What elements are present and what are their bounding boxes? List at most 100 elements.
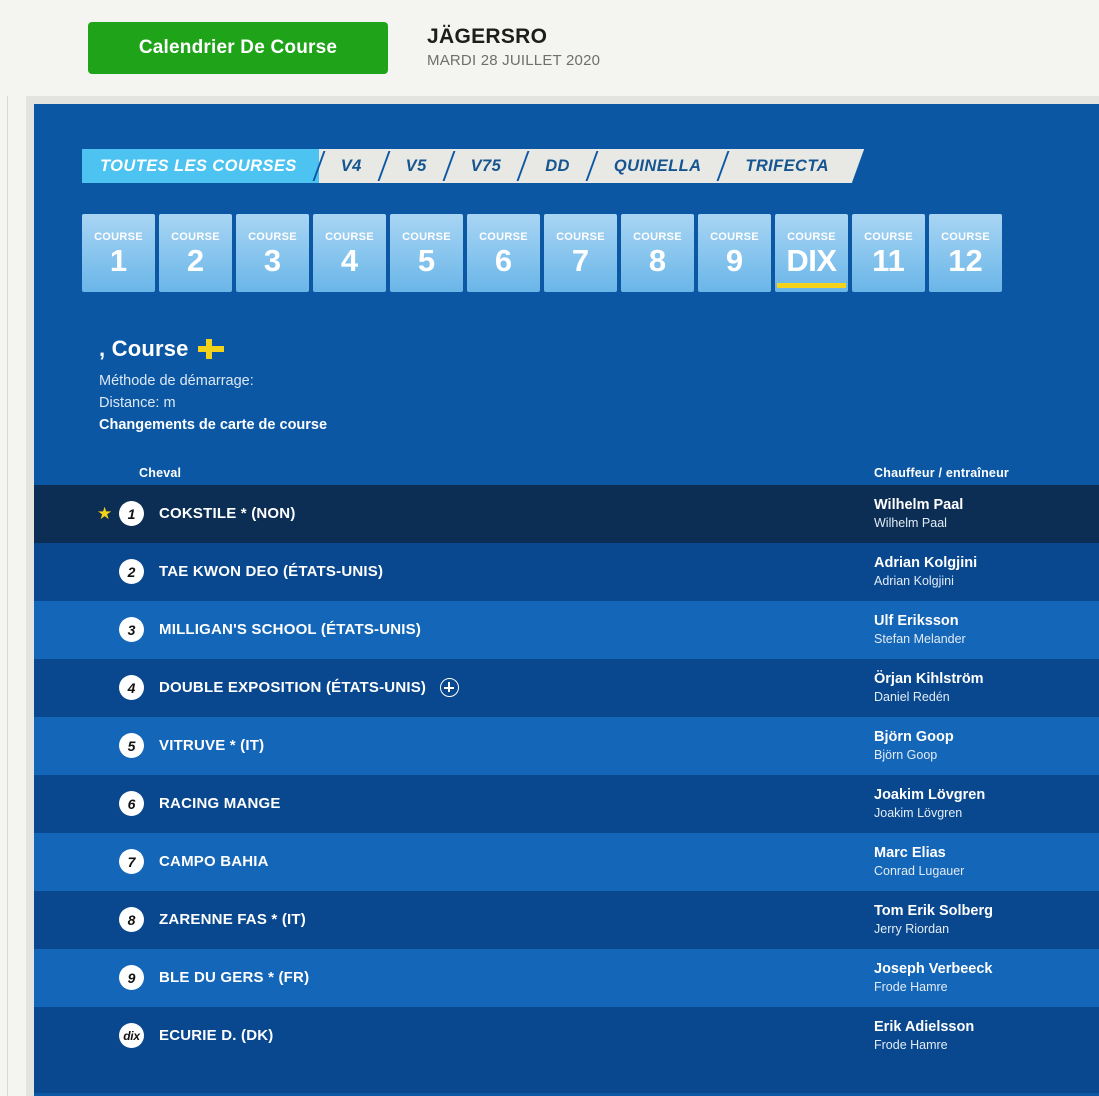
trainer-name: Wilhelm Paal <box>874 516 947 531</box>
tab-quinella[interactable]: QUINELLA <box>591 149 724 183</box>
tab-v5[interactable]: V5 <box>383 149 449 183</box>
horse-cell: ★7CAMPO BAHIA <box>34 849 864 875</box>
horse-number-badge: 5 <box>119 733 144 759</box>
course-button-6[interactable]: COURSE 6 <box>467 214 540 292</box>
tab-label: TRIFECTA <box>745 156 829 175</box>
horse-number-badge: 9 <box>119 965 144 991</box>
course-button-9[interactable]: COURSE 9 <box>698 214 771 292</box>
driver-name: Adrian Kolgjini <box>874 554 978 571</box>
course-button-4[interactable]: COURSE 4 <box>313 214 386 292</box>
trainer-name: Conrad Lugauer <box>874 864 965 879</box>
driver-cell: Björn Goop Björn Goop <box>864 728 1099 764</box>
horse-cell: ★5VITRUVE * (IT) <box>34 733 864 759</box>
course-word: COURSE <box>402 231 451 244</box>
tab-v4[interactable]: V4 <box>318 149 384 183</box>
panel-frame: TOUTES LES COURSES V4 V5 V75 DD QUINELLA… <box>26 96 1099 1096</box>
start-list-row[interactable]: ★4DOUBLE EXPOSITION (ÉTATS-UNIS)Örjan Ki… <box>34 658 1099 717</box>
tab-dd[interactable]: DD <box>523 149 592 183</box>
course-number: 12 <box>948 243 983 279</box>
race-date: MARDI 28 JUILLET 2020 <box>427 52 601 70</box>
page-header: Calendrier De Course JÄGERSRO MARDI 28 J… <box>0 0 1099 96</box>
trainer-name: Daniel Redén <box>874 690 950 705</box>
page-root: Calendrier De Course JÄGERSRO MARDI 28 J… <box>0 0 1099 1096</box>
tab-v75[interactable]: V75 <box>448 149 524 183</box>
horse-name: CAMPO BAHIA <box>159 853 269 871</box>
course-number: 2 <box>186 243 205 279</box>
race-panel: TOUTES LES COURSES V4 V5 V75 DD QUINELLA… <box>34 104 1099 1096</box>
start-list-header: Cheval Chauffeur / entraîneur <box>34 460 1099 485</box>
race-distance: Distance: m <box>99 395 176 412</box>
race-meta: Méthode de démarrage: Distance: m <box>99 370 1099 415</box>
start-list-row[interactable]: ★3MILLIGAN'S SCHOOL (ÉTATS-UNIS)Ulf Erik… <box>34 600 1099 659</box>
start-list-row[interactable]: ★9BLE DU GERS * (FR) Joseph Verbeeck Frode… <box>34 948 1099 1007</box>
driver-name: Erik Adielsson <box>874 1018 975 1035</box>
horse-number-badge: 8 <box>119 907 144 933</box>
horse-cell: ★ 1 COKSTILE * (NON) <box>34 501 864 527</box>
trainer-name: Frode Hamre <box>874 980 948 995</box>
horse-number-badge: 6 <box>119 791 144 817</box>
course-word: COURSE <box>633 231 682 244</box>
course-number: 5 <box>417 243 436 279</box>
course-selector-strip: COURSE 1 COURSE 2 COURSE 3 COURSE 4 COURSE 5 COURS… <box>82 214 1099 292</box>
horse-number-badge: 2 <box>119 559 144 585</box>
start-list-row[interactable]: ★5VITRUVE * (IT)Björn GoopBjörn Goop <box>34 716 1099 775</box>
track-info: JÄGERSRO MARDI 28 JUILLET 2020 <box>427 25 600 71</box>
course-button-dix[interactable]: COURSE DIX <box>775 214 848 292</box>
course-word: COURSE <box>556 231 605 244</box>
course-button-12[interactable]: COURSE 12 <box>929 214 1002 292</box>
course-word: COURSE <box>94 231 143 244</box>
course-number: 4 <box>340 243 359 279</box>
course-button-1[interactable]: COURSE 1 <box>82 214 155 292</box>
course-word: COURSE <box>787 231 836 244</box>
course-button-8[interactable]: COURSE 8 <box>621 214 694 292</box>
trainer-name: Frode Hamre <box>874 1038 948 1053</box>
driver-name: Joseph Verbeeck <box>874 960 993 977</box>
race-heading-block: , Course Méthode de démarrage: Distance:… <box>99 336 1099 434</box>
horse-name: DOUBLE EXPOSITION (ÉTATS-UNIS) <box>159 679 427 697</box>
course-word: COURSE <box>325 231 374 244</box>
expand-plus-icon[interactable] <box>440 678 460 698</box>
tab-label: DD <box>545 156 570 175</box>
favorite-star-icon: ★ <box>97 504 113 524</box>
track-name: JÄGERSRO <box>427 24 548 48</box>
course-button-11[interactable]: COURSE 11 <box>852 214 925 292</box>
trainer-name: Joakim Lövgren <box>874 806 963 821</box>
course-number: 3 <box>263 243 282 279</box>
driver-cell: Erik Adielsson Frode Hamre <box>864 1018 1099 1054</box>
course-button-3[interactable]: COURSE 3 <box>236 214 309 292</box>
start-list-row-partial[interactable] <box>34 1064 1099 1093</box>
start-list-row[interactable]: ★dixECURIE D. (DK) Erik Adielsson Frode Ha… <box>34 1006 1099 1065</box>
horse-cell: ★8ZARENNE FAS * (IT) <box>34 907 864 933</box>
horse-name: MILLIGAN'S SCHOOL (ÉTATS-UNIS) <box>159 621 422 639</box>
driver-cell: Marc Elias Conrad Lugauer <box>864 844 1099 880</box>
tab-trifecta[interactable]: TRIFECTA <box>723 149 851 183</box>
tab-label: V4 <box>340 156 362 175</box>
horse-number-badge: 7 <box>119 849 144 875</box>
course-button-7[interactable]: COURSE 7 <box>544 214 617 292</box>
column-header-driver: Chauffeur / entraîneur <box>874 465 1009 480</box>
tab-toutes-les-courses[interactable]: TOUTES LES COURSES <box>82 149 319 183</box>
course-button-5[interactable]: COURSE 5 <box>390 214 463 292</box>
horse-cell: ★dixECURIE D. (DK) <box>34 1023 864 1049</box>
course-button-2[interactable]: COURSE 2 <box>159 214 232 292</box>
start-list-row[interactable]: ★7CAMPO BAHIAMarc EliasConrad Lugauer <box>34 832 1099 891</box>
start-list-row[interactable]: ★ 1 COKSTILE * (NON) Wilhelm Paal Wilhelm Pa… <box>34 484 1099 543</box>
trainer-name: Jerry Riordan <box>874 922 950 937</box>
course-word: COURSE <box>248 231 297 244</box>
course-word: COURSE <box>171 231 220 244</box>
driver-name: Joakim Lövgren <box>874 786 986 803</box>
start-list-row[interactable]: ★6RACING MANGEJoakim LövgrenJoakim Lövgr… <box>34 774 1099 833</box>
start-list-body: ★ 1 COKSTILE * (NON) Wilhelm Paal Wilhelm Pa… <box>34 484 1099 1065</box>
race-calendar-button[interactable]: Calendrier De Course <box>88 22 388 74</box>
race-card-changes-link[interactable]: Changements de carte de course <box>99 417 327 433</box>
driver-cell: Adrian Kolgjini Adrian Kolgjini <box>864 554 1099 590</box>
horse-cell: ★9BLE DU GERS * (FR) <box>34 965 864 991</box>
driver-name: Wilhelm Paal <box>874 496 964 513</box>
horse-number-badge: 1 <box>119 501 144 527</box>
start-list-row[interactable]: ★2TAE KWON DEO (ÉTATS-UNIS)Adrian Kolgji… <box>34 542 1099 601</box>
course-word: COURSE <box>941 231 990 244</box>
horse-number-badge: dix <box>119 1023 144 1049</box>
left-scroll-gutter <box>0 0 8 1096</box>
start-list-row[interactable]: ★8ZARENNE FAS * (IT)Tom Erik SolbergJerr… <box>34 890 1099 949</box>
trainer-name: Stefan Melander <box>874 632 966 647</box>
